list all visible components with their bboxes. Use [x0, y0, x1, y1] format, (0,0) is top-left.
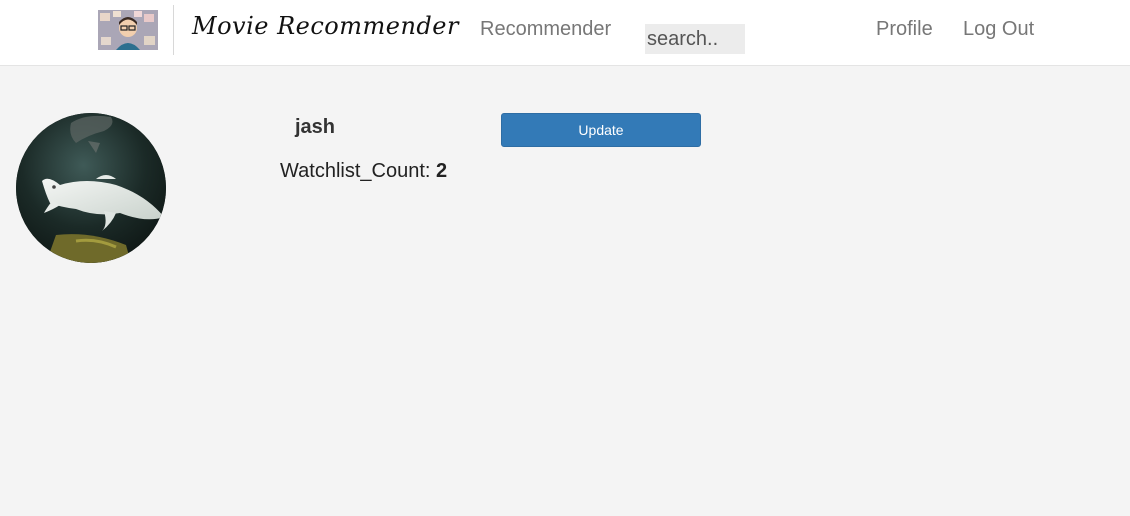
movie-logo-icon[interactable] [98, 10, 158, 50]
watchlist-count: Watchlist_Count: 2 [280, 160, 447, 183]
nav-link-profile[interactable]: Profile [876, 18, 933, 41]
navbar: Movie Recommender Recommender Profile Lo… [0, 0, 1130, 66]
logo-divider [173, 5, 174, 55]
watchlist-count-value: 2 [436, 160, 448, 182]
nav-link-recommender[interactable]: Recommender [480, 18, 611, 41]
brand-title[interactable]: Movie Recommender [192, 12, 459, 40]
profile-avatar-image [16, 113, 166, 263]
search-input[interactable] [645, 24, 745, 54]
profile-username: jash [295, 116, 336, 138]
watchlist-count-label: Watchlist_Count: [280, 160, 436, 182]
nav-link-logout[interactable]: Log Out [963, 18, 1034, 41]
update-button[interactable]: Update [501, 113, 701, 147]
